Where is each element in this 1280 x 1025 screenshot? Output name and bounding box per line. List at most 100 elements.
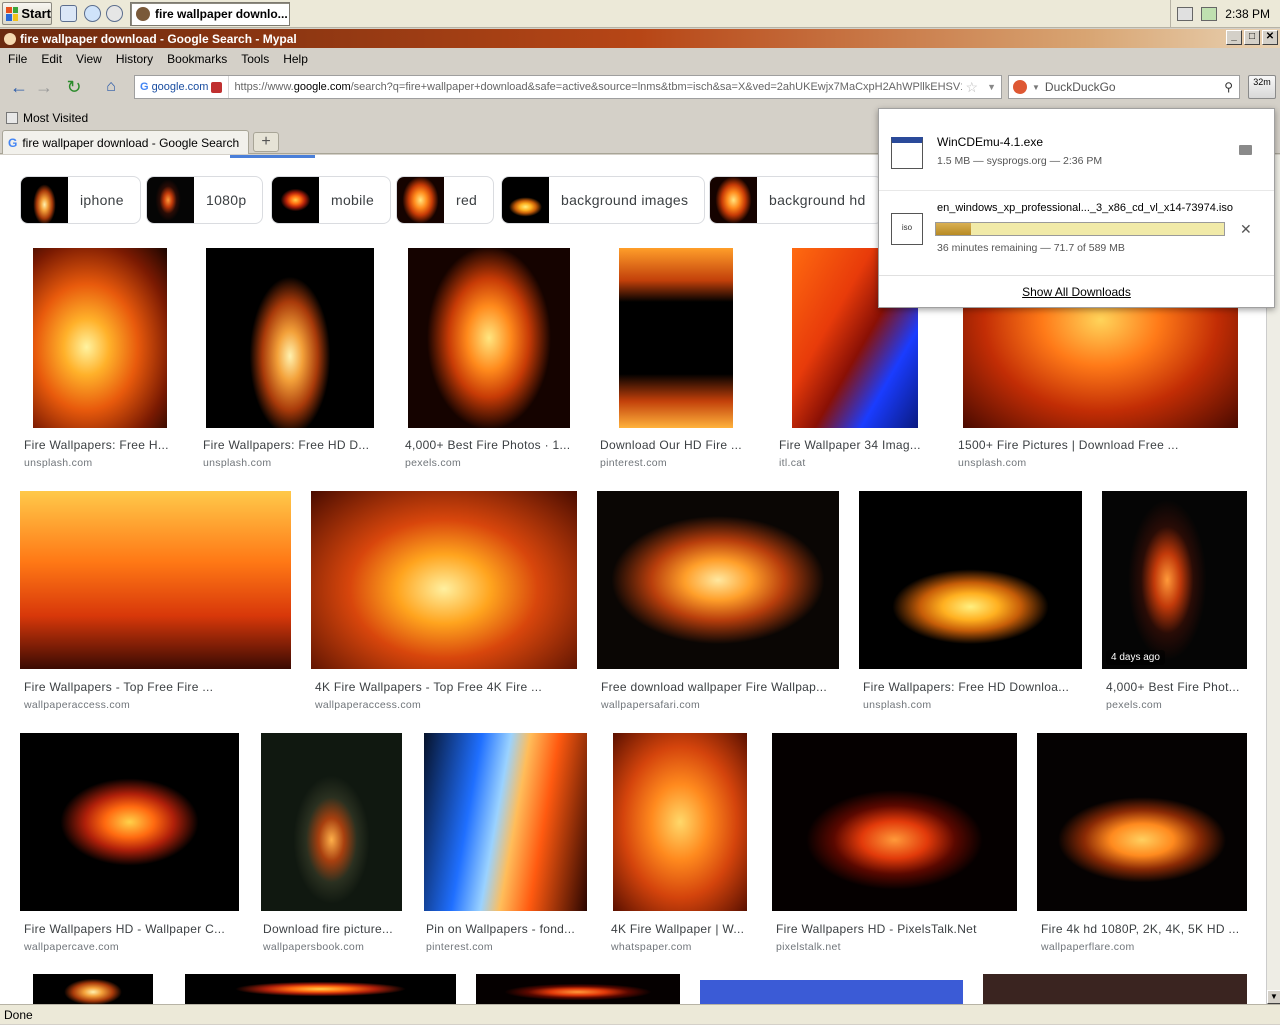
search-icon[interactable]: ⚲ bbox=[1224, 80, 1239, 94]
bookmark-star-icon[interactable]: ☆ bbox=[962, 79, 983, 96]
menu-file[interactable]: File bbox=[8, 52, 27, 66]
result-caption[interactable]: Fire Wallpapers: Free HD D... bbox=[203, 438, 379, 452]
result-caption[interactable]: 4K Fire Wallpapers - Top Free 4K Fire ..… bbox=[315, 680, 575, 694]
image-result[interactable]: Fire Wallpapers HD - Wallpaper C... wall… bbox=[20, 733, 240, 958]
chip-iphone[interactable]: iphone bbox=[20, 176, 141, 224]
reload-button[interactable]: ↻ bbox=[62, 74, 86, 100]
cancel-download-icon[interactable]: ✕ bbox=[1240, 221, 1252, 238]
media-player-icon[interactable] bbox=[106, 5, 123, 22]
bookmark-most-visited[interactable]: Most Visited bbox=[23, 111, 88, 125]
result-image[interactable] bbox=[859, 491, 1082, 669]
result-caption[interactable]: 4,000+ Best Fire Phot... bbox=[1106, 680, 1246, 694]
menu-help[interactable]: Help bbox=[283, 52, 308, 66]
result-caption[interactable]: Fire Wallpapers - Top Free Fire ... bbox=[24, 680, 284, 694]
start-button[interactable]: Start bbox=[2, 2, 52, 25]
open-folder-icon[interactable] bbox=[1239, 145, 1252, 155]
result-caption[interactable]: Fire Wallpapers HD - PixelsTalk.Net bbox=[776, 922, 1016, 936]
chip-1080p[interactable]: 1080p bbox=[146, 176, 264, 224]
download-item[interactable]: WinCDEmu-4.1.exe 1.5 MB — sysprogs.org —… bbox=[879, 109, 1274, 191]
image-result[interactable]: 4K Fire Wallpapers - Top Free 4K Fire ..… bbox=[311, 491, 578, 716]
result-image[interactable]: 4 days ago bbox=[1102, 491, 1247, 669]
close-button[interactable]: ✕ bbox=[1262, 30, 1278, 45]
result-image[interactable] bbox=[772, 733, 1017, 911]
result-caption[interactable]: 4K Fire Wallpaper | W... bbox=[611, 922, 751, 936]
internet-explorer-icon[interactable] bbox=[84, 5, 101, 22]
result-image[interactable] bbox=[983, 974, 1247, 1004]
result-image[interactable] bbox=[619, 248, 733, 428]
result-caption[interactable]: Fire 4k hd 1080P, 2K, 4K, 5K HD ... bbox=[1041, 922, 1247, 936]
result-image[interactable] bbox=[700, 980, 963, 1004]
download-item[interactable]: iso en_windows_xp_professional..._3_x86_… bbox=[879, 191, 1274, 275]
result-caption[interactable]: Download Our HD Fire ... bbox=[600, 438, 756, 452]
search-bar[interactable]: ▼ DuckDuckGo ⚲ bbox=[1008, 75, 1240, 99]
result-caption[interactable]: Pin on Wallpapers - fond... bbox=[426, 922, 586, 936]
result-caption[interactable]: Fire Wallpaper 34 Imag... bbox=[779, 438, 935, 452]
tab-google-search[interactable]: G fire wallpaper download - Google Searc… bbox=[2, 130, 249, 154]
image-result[interactable]: Fire Wallpapers HD - PixelsTalk.Net pixe… bbox=[772, 733, 1018, 958]
menu-tools[interactable]: Tools bbox=[241, 52, 269, 66]
downloads-button[interactable]: 32m bbox=[1248, 75, 1276, 99]
show-all-downloads-button[interactable]: Show All Downloads bbox=[879, 275, 1274, 308]
status-bar: Done bbox=[0, 1004, 1280, 1024]
image-result[interactable]: Fire Wallpapers: Free H... unsplash.com bbox=[20, 248, 180, 473]
result-image[interactable] bbox=[311, 491, 577, 669]
chip-red[interactable]: red bbox=[396, 176, 495, 224]
url-text[interactable]: https://www.google.com/search?q=fire+wal… bbox=[229, 81, 961, 93]
result-image[interactable] bbox=[261, 733, 402, 911]
result-caption[interactable]: 4,000+ Best Fire Photos · 1... bbox=[405, 438, 579, 452]
back-button[interactable]: ← bbox=[6, 74, 32, 100]
taskbar-item-browser[interactable]: fire wallpaper downlo... bbox=[130, 2, 290, 26]
result-image[interactable] bbox=[206, 248, 374, 428]
chip-background-hd[interactable]: background hd bbox=[709, 176, 883, 224]
result-image[interactable] bbox=[20, 491, 291, 669]
result-caption[interactable]: Fire Wallpapers: Free H... bbox=[24, 438, 180, 452]
search-engine-dropdown-icon[interactable]: ▼ bbox=[1032, 83, 1040, 92]
result-image[interactable] bbox=[33, 974, 153, 1004]
result-image[interactable] bbox=[424, 733, 587, 911]
result-image[interactable] bbox=[20, 733, 239, 911]
result-image[interactable] bbox=[476, 974, 680, 1004]
menu-view[interactable]: View bbox=[76, 52, 102, 66]
image-result[interactable]: Free download wallpaper Fire Wallpap... … bbox=[597, 491, 840, 716]
network-icon[interactable] bbox=[1201, 7, 1218, 21]
menu-bookmarks[interactable]: Bookmarks bbox=[167, 52, 227, 66]
result-image[interactable] bbox=[597, 491, 839, 669]
scroll-down-arrow-icon[interactable]: ▼ bbox=[1267, 990, 1280, 1004]
image-result[interactable]: 4K Fire Wallpaper | W... whatspaper.com bbox=[607, 733, 753, 958]
result-caption[interactable]: Download fire picture... bbox=[263, 922, 401, 936]
result-image[interactable] bbox=[613, 733, 747, 911]
image-result[interactable]: Pin on Wallpapers - fond... pinterest.co… bbox=[422, 733, 588, 958]
image-result[interactable]: Download Our HD Fire ... pinterest.com bbox=[596, 248, 756, 473]
home-button[interactable]: ⌂ bbox=[98, 74, 124, 100]
chip-background-images[interactable]: background images bbox=[501, 176, 706, 224]
result-caption[interactable]: Fire Wallpapers: Free HD Downloa... bbox=[863, 680, 1083, 694]
menu-history[interactable]: History bbox=[116, 52, 153, 66]
minimize-button[interactable]: _ bbox=[1226, 30, 1242, 45]
chip-mobile[interactable]: mobile bbox=[271, 176, 392, 224]
result-image[interactable] bbox=[408, 248, 570, 428]
result-caption[interactable]: Fire Wallpapers HD - Wallpaper C... bbox=[24, 922, 238, 936]
image-result[interactable]: 4,000+ Best Fire Photos · 1... pexels.co… bbox=[401, 248, 579, 473]
result-image[interactable] bbox=[33, 248, 167, 428]
image-result[interactable]: Fire Wallpapers: Free HD D... unsplash.c… bbox=[199, 248, 379, 473]
result-caption[interactable]: Free download wallpaper Fire Wallpap... bbox=[601, 680, 837, 694]
show-desktop-icon[interactable] bbox=[60, 5, 77, 22]
image-result[interactable]: Download fire picture... wallpapersbook.… bbox=[259, 733, 403, 958]
new-tab-button[interactable]: + bbox=[253, 132, 279, 152]
url-dropdown-icon[interactable]: ▼ bbox=[982, 82, 1001, 92]
url-bar[interactable]: G google.com https://www.google.com/sear… bbox=[134, 75, 1002, 99]
menu-edit[interactable]: Edit bbox=[41, 52, 62, 66]
image-result[interactable]: Fire Wallpapers: Free HD Downloa... unsp… bbox=[859, 491, 1083, 716]
image-result[interactable]: 4 days ago 4,000+ Best Fire Phot... pexe… bbox=[1102, 491, 1248, 716]
image-result[interactable]: Fire 4k hd 1080P, 2K, 4K, 5K HD ... wall… bbox=[1037, 733, 1248, 958]
url-path: /search?q=fire+wallpaper+download&safe=a… bbox=[350, 81, 962, 93]
forward-button[interactable]: → bbox=[34, 74, 54, 100]
maximize-button[interactable]: □ bbox=[1244, 30, 1260, 45]
chip-label: background hd bbox=[769, 192, 866, 208]
site-identity[interactable]: G google.com bbox=[135, 76, 230, 98]
result-image[interactable] bbox=[1037, 733, 1247, 911]
keyboard-icon[interactable] bbox=[1177, 7, 1194, 21]
image-result[interactable]: Fire Wallpapers - Top Free Fire ... wall… bbox=[20, 491, 292, 716]
result-image[interactable] bbox=[185, 974, 456, 1004]
result-caption[interactable]: 1500+ Fire Pictures | Download Free ... bbox=[958, 438, 1218, 452]
